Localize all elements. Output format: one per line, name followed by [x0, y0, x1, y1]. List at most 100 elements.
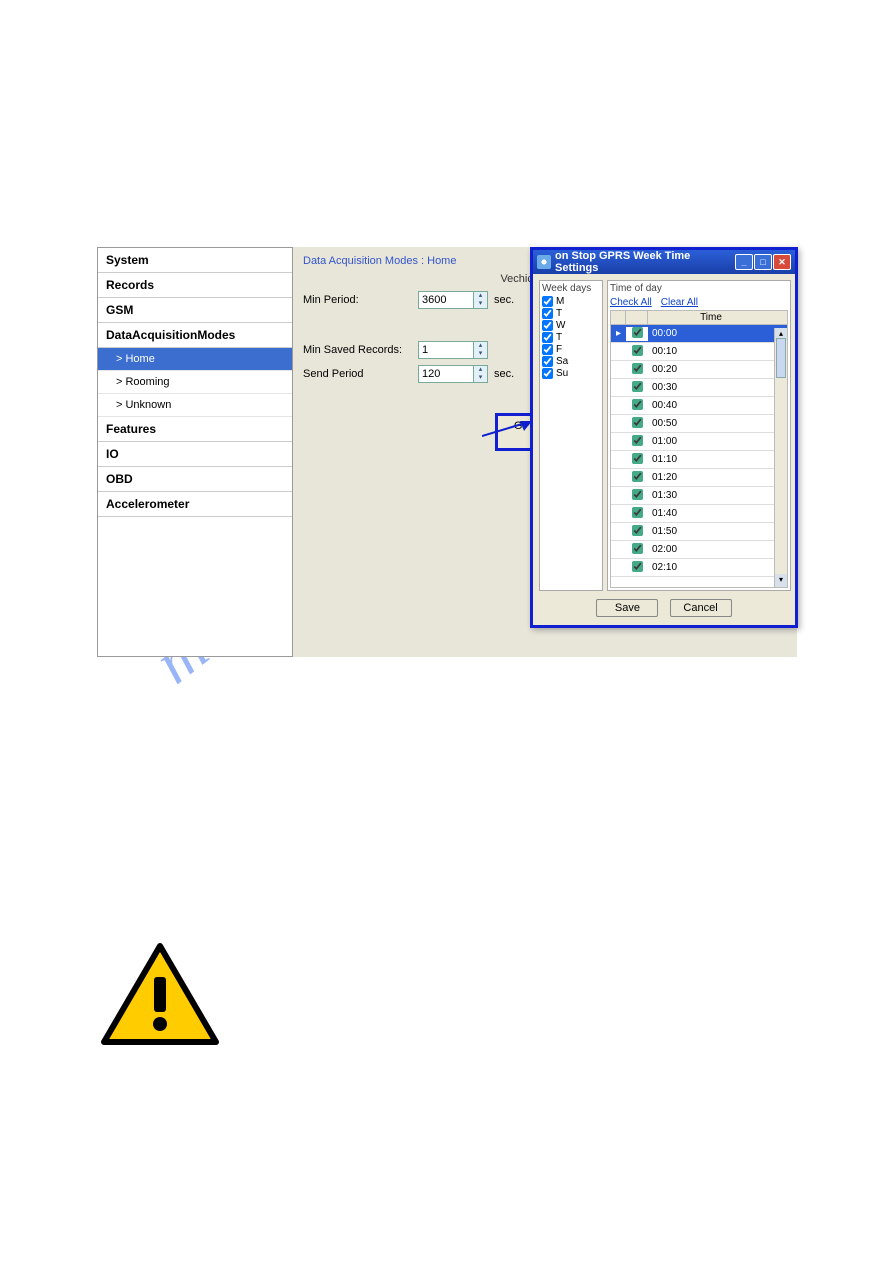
time-checkbox-cell: [626, 453, 648, 467]
clear-all-link[interactable]: Clear All: [661, 297, 698, 308]
weekday-label: F: [556, 344, 562, 355]
spinner-arrows[interactable]: ▴▾: [473, 292, 487, 308]
min-period-unit: sec.: [494, 294, 514, 306]
send-period-unit: sec.: [494, 368, 514, 380]
time-checkbox[interactable]: [632, 435, 643, 446]
time-row[interactable]: 00:30: [611, 379, 787, 397]
sidebar-subitem-home[interactable]: > Home: [98, 348, 292, 371]
arrow-up-icon[interactable]: ▴: [474, 342, 487, 350]
min-saved-input[interactable]: [419, 343, 473, 357]
send-period-input[interactable]: [419, 367, 473, 381]
time-checkbox[interactable]: [632, 363, 643, 374]
cancel-button[interactable]: Cancel: [670, 599, 732, 617]
scroll-thumb[interactable]: [776, 338, 786, 378]
minimize-button[interactable]: _: [735, 254, 753, 270]
time-value: 00:30: [648, 382, 787, 393]
dialog-body: Week days MTWTFSaSu Time of day Check Al…: [533, 274, 795, 593]
time-value: 00:20: [648, 364, 787, 375]
time-checkbox[interactable]: [632, 489, 643, 500]
time-row[interactable]: 01:50: [611, 523, 787, 541]
time-value: 01:00: [648, 436, 787, 447]
sidebar-item-accel[interactable]: Accelerometer: [98, 492, 292, 517]
time-row[interactable]: 01:30: [611, 487, 787, 505]
time-checkbox-cell: [626, 471, 648, 485]
time-row[interactable]: 02:00: [611, 541, 787, 559]
send-period-label: Send Period: [303, 368, 418, 380]
time-checkbox[interactable]: [632, 507, 643, 518]
arrow-up-icon[interactable]: ▴: [474, 292, 487, 300]
sidebar-item-io[interactable]: IO: [98, 442, 292, 467]
time-checkbox[interactable]: [632, 399, 643, 410]
app-icon: [537, 255, 551, 269]
weekday-label: T: [556, 308, 562, 319]
sidebar-item-dataacq[interactable]: DataAcquisitionModes: [98, 323, 292, 348]
sidebar-item-obd[interactable]: OBD: [98, 467, 292, 492]
spinner-arrows[interactable]: ▴▾: [473, 342, 487, 358]
maximize-button[interactable]: □: [754, 254, 772, 270]
weekday-row: T: [542, 332, 600, 343]
time-value: 00:40: [648, 400, 787, 411]
arrow-up-icon[interactable]: ▴: [474, 366, 487, 374]
close-button[interactable]: ✕: [773, 254, 791, 270]
arrow-down-icon[interactable]: ▾: [474, 374, 487, 382]
sidebar-subitem-rooming[interactable]: > Rooming: [98, 371, 292, 394]
weekday-checkbox[interactable]: [542, 332, 553, 343]
check-all-link[interactable]: Check All: [610, 297, 652, 308]
sidebar-subitem-unknown[interactable]: > Unknown: [98, 394, 292, 417]
weekday-checkbox[interactable]: [542, 356, 553, 367]
row-indicator-icon: ▸: [611, 328, 626, 339]
weekday-label: T: [556, 332, 562, 343]
time-checkbox-cell: [626, 381, 648, 395]
time-checkbox[interactable]: [632, 345, 643, 356]
time-row[interactable]: 02:10: [611, 559, 787, 577]
save-button[interactable]: Save: [596, 599, 658, 617]
time-checkbox[interactable]: [632, 525, 643, 536]
weekday-label: Su: [556, 368, 568, 379]
time-row[interactable]: 01:10: [611, 451, 787, 469]
time-row[interactable]: 00:20: [611, 361, 787, 379]
arrow-down-icon[interactable]: ▾: [474, 350, 487, 358]
time-row[interactable]: ▸ 00:00: [611, 325, 787, 343]
sidebar-item-gsm[interactable]: GSM: [98, 298, 292, 323]
time-checkbox[interactable]: [632, 543, 643, 554]
weekdays-panel: Week days MTWTFSaSu: [539, 280, 603, 591]
sidebar-item-system[interactable]: System: [98, 248, 292, 273]
sidebar-item-features[interactable]: Features: [98, 417, 292, 442]
min-period-spinner[interactable]: ▴▾: [418, 291, 488, 309]
send-period-spinner[interactable]: ▴▾: [418, 365, 488, 383]
time-checkbox[interactable]: [632, 453, 643, 464]
time-checkbox[interactable]: [632, 381, 643, 392]
time-checkbox[interactable]: [632, 561, 643, 572]
time-row[interactable]: 01:00: [611, 433, 787, 451]
time-checkbox[interactable]: [632, 327, 643, 338]
dialog-titlebar[interactable]: on Stop GPRS Week Time Settings _ □ ✕: [533, 250, 795, 274]
arrow-down-icon[interactable]: ▾: [474, 300, 487, 308]
min-period-label: Min Period:: [303, 294, 418, 306]
dialog-title: on Stop GPRS Week Time Settings: [555, 250, 735, 274]
spinner-arrows[interactable]: ▴▾: [473, 366, 487, 382]
time-checkbox[interactable]: [632, 471, 643, 482]
time-row[interactable]: 01:20: [611, 469, 787, 487]
timeofday-header: Time of day: [610, 283, 788, 294]
time-checkbox-cell: [626, 561, 648, 575]
weekday-row: Sa: [542, 356, 600, 367]
min-saved-spinner[interactable]: ▴▾: [418, 341, 488, 359]
weekday-checkbox[interactable]: [542, 320, 553, 331]
time-row[interactable]: 01:40: [611, 505, 787, 523]
time-value: 00:00: [648, 328, 787, 339]
weekday-checkbox[interactable]: [542, 368, 553, 379]
weekday-checkbox[interactable]: [542, 344, 553, 355]
weekday-checkbox[interactable]: [542, 296, 553, 307]
time-row[interactable]: 00:50: [611, 415, 787, 433]
scroll-down-icon[interactable]: ▾: [775, 574, 787, 587]
weekday-checkbox[interactable]: [542, 308, 553, 319]
time-checkbox[interactable]: [632, 417, 643, 428]
time-table-header: Time: [611, 311, 787, 325]
time-row[interactable]: 00:40: [611, 397, 787, 415]
scrollbar[interactable]: ▴ ▾: [774, 328, 787, 587]
sidebar-subitems: > Home > Rooming > Unknown: [98, 348, 292, 417]
min-period-input[interactable]: [419, 293, 473, 307]
time-checkbox-cell: [626, 399, 648, 413]
sidebar-item-records[interactable]: Records: [98, 273, 292, 298]
time-row[interactable]: 00:10: [611, 343, 787, 361]
